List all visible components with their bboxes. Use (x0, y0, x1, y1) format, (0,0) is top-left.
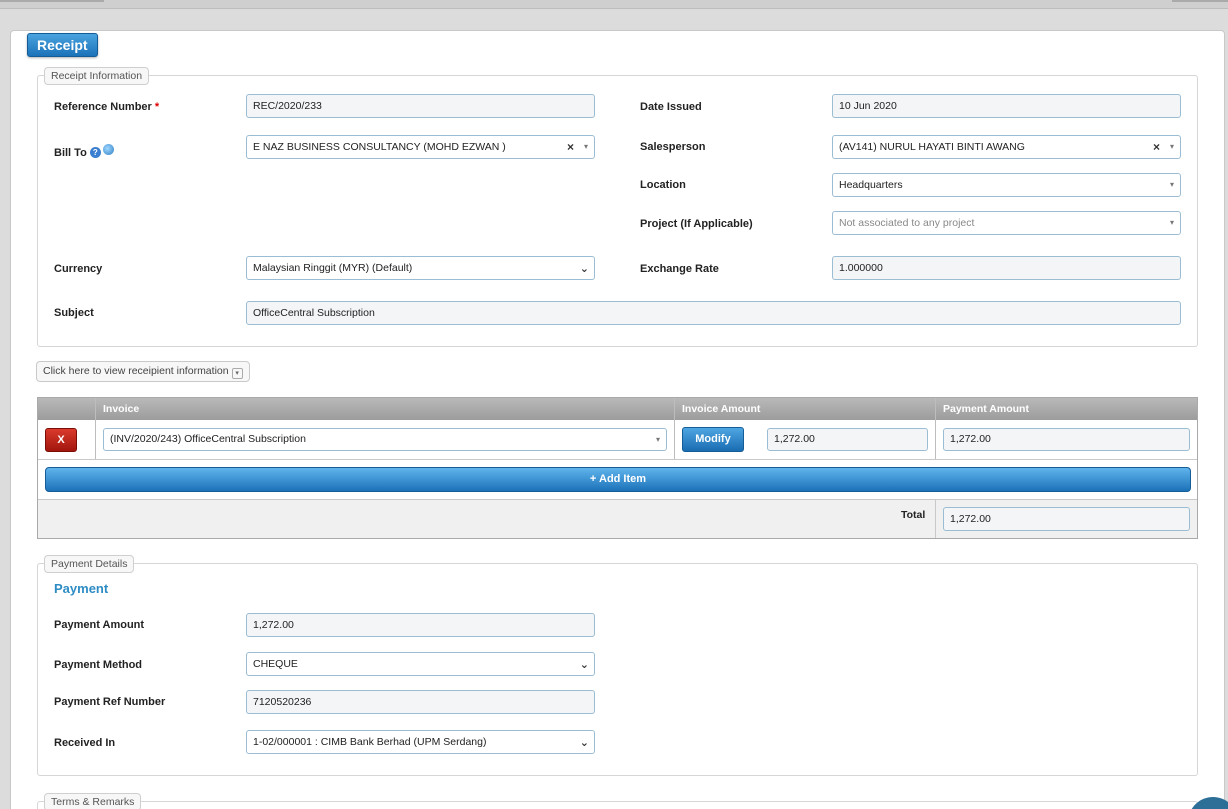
payment-amount-input[interactable]: 1,272.00 (943, 428, 1190, 451)
payment-method-select[interactable]: CHEQUE ⌄ (246, 652, 595, 676)
column-divider (935, 398, 936, 460)
payment-method-label: Payment Method (54, 659, 143, 671)
page-title: Receipt (27, 33, 98, 57)
total-label: Total (901, 509, 926, 521)
bill-to-label: Bill To? (54, 144, 114, 159)
date-issued-input[interactable]: 10 Jun 2020 (832, 94, 1181, 118)
subject-label: Subject (54, 307, 94, 319)
top-bar (0, 0, 1228, 9)
currency-select[interactable]: Malaysian Ringgit (MYR) (Default) ⌄ (246, 256, 595, 280)
column-header-invoice-amount: Invoice Amount (682, 403, 761, 415)
required-mark: * (154, 101, 160, 113)
project-placeholder: Not associated to any project (839, 217, 975, 229)
exchange-rate-label: Exchange Rate (640, 263, 719, 275)
payment-ref-input[interactable]: 7120520236 (246, 690, 595, 714)
location-value: Headquarters (839, 179, 903, 191)
project-select[interactable]: Not associated to any project ▾ (832, 211, 1181, 235)
salesperson-value: (AV141) NURUL HAYATI BINTI AWANG (839, 141, 1025, 153)
terms-remarks-legend: Terms & Remarks (44, 793, 142, 809)
payment-amount-label: Payment Amount (54, 619, 145, 631)
payment-details-legend: Payment Details (44, 555, 135, 573)
column-header-invoice: Invoice (103, 403, 140, 415)
terms-remarks-fieldset (37, 801, 1198, 809)
clear-icon[interactable]: × (567, 136, 574, 158)
date-issued-label: Date Issued (640, 101, 702, 113)
row-divider (38, 459, 1197, 460)
payment-method-value: CHEQUE (253, 658, 298, 670)
payment-section-title: Payment (54, 581, 109, 596)
chevron-down-icon: ⌄ (579, 263, 589, 275)
location-select[interactable]: Headquarters ▾ (832, 173, 1181, 197)
total-value: 1,272.00 (943, 507, 1190, 531)
location-label: Location (640, 179, 686, 191)
total-row: Total 1,272.00 (38, 499, 1197, 538)
column-divider (935, 500, 936, 538)
chevron-down-icon: ⌄ (579, 737, 589, 749)
salesperson-label: Salesperson (640, 141, 706, 153)
payment-ref-label: Payment Ref Number (54, 696, 166, 708)
caret-down-icon: ▾ (1169, 142, 1174, 151)
payment-amount-field[interactable]: 1,272.00 (246, 613, 595, 637)
bill-to-value: E NAZ BUSINESS CONSULTANCY (MOHD EZWAN ) (253, 141, 506, 153)
view-recipient-button[interactable]: Click here to view receipient informatio… (36, 361, 250, 382)
column-divider (95, 398, 96, 460)
expand-icon: ▾ (231, 368, 243, 379)
invoice-amount-input[interactable]: 1,272.00 (767, 428, 928, 451)
caret-down-icon: ▾ (1169, 180, 1174, 189)
received-in-value: 1-02/000001 : CIMB Bank Berhad (UPM Serd… (253, 736, 487, 748)
invoice-items-grid: Invoice Invoice Amount Payment Amount X … (37, 397, 1198, 539)
project-label: Project (If Applicable) (640, 218, 753, 230)
received-in-label: Received In (54, 737, 116, 749)
reference-number-input[interactable]: REC/2020/233 (246, 94, 595, 118)
help-icon[interactable]: ? (89, 147, 101, 158)
received-in-select[interactable]: 1-02/000001 : CIMB Bank Berhad (UPM Serd… (246, 730, 595, 754)
column-header-payment-amount: Payment Amount (943, 403, 1029, 415)
caret-down-icon: ▾ (655, 435, 660, 444)
caret-down-icon: ▾ (583, 142, 588, 151)
invoice-select[interactable]: (INV/2020/243) OfficeCentral Subscriptio… (103, 428, 667, 451)
column-divider (674, 398, 675, 460)
subject-input[interactable]: OfficeCentral Subscription (246, 301, 1181, 325)
add-item-button[interactable]: + Add Item (45, 467, 1191, 492)
currency-value: Malaysian Ringgit (MYR) (Default) (253, 262, 413, 274)
exchange-rate-input[interactable]: 1.000000 (832, 256, 1181, 280)
currency-label: Currency (54, 263, 103, 275)
payment-details-fieldset (37, 563, 1198, 776)
salesperson-select[interactable]: (AV141) NURUL HAYATI BINTI AWANG × ▾ (832, 135, 1181, 159)
delete-row-button[interactable]: X (45, 428, 77, 452)
invoice-value: (INV/2020/243) OfficeCentral Subscriptio… (110, 433, 306, 445)
clear-icon[interactable]: × (1153, 136, 1160, 158)
grid-header: Invoice Invoice Amount Payment Amount (38, 398, 1197, 420)
caret-down-icon: ▾ (1169, 218, 1174, 227)
globe-icon[interactable] (102, 144, 114, 155)
bill-to-select[interactable]: E NAZ BUSINESS CONSULTANCY (MOHD EZWAN )… (246, 135, 595, 159)
modify-button[interactable]: Modify (682, 427, 744, 452)
reference-number-label: Reference Number * (54, 101, 160, 113)
receipt-information-legend: Receipt Information (44, 67, 150, 85)
chevron-down-icon: ⌄ (579, 659, 589, 671)
